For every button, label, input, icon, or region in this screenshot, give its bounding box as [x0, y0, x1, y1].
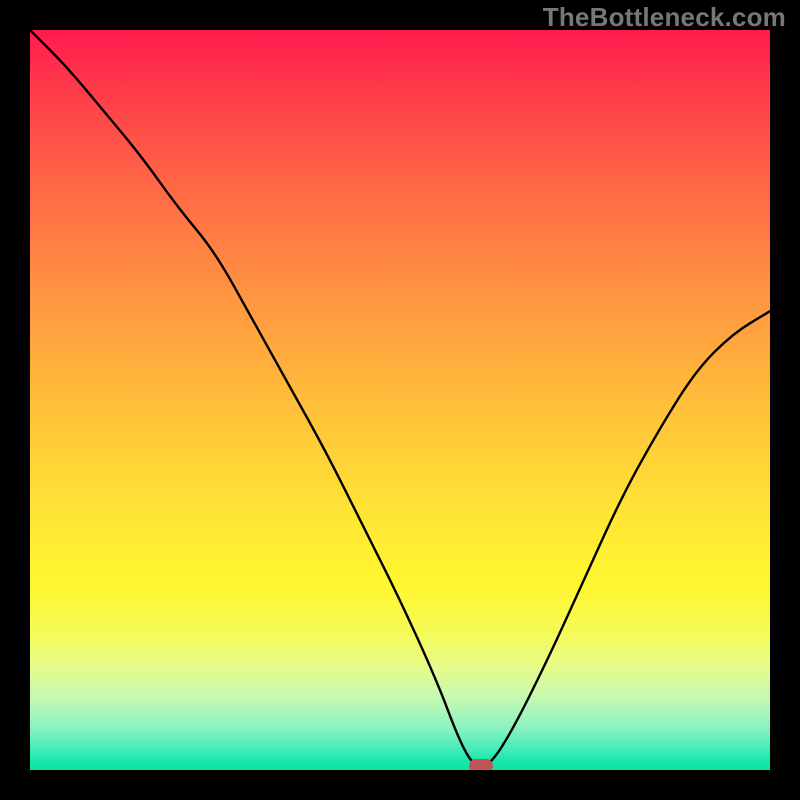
watermark-text: TheBottleneck.com — [543, 2, 786, 33]
plot-area — [30, 30, 770, 770]
bottleneck-curve — [30, 30, 770, 770]
optimal-point-marker — [469, 759, 493, 770]
chart-container: TheBottleneck.com — [0, 0, 800, 800]
